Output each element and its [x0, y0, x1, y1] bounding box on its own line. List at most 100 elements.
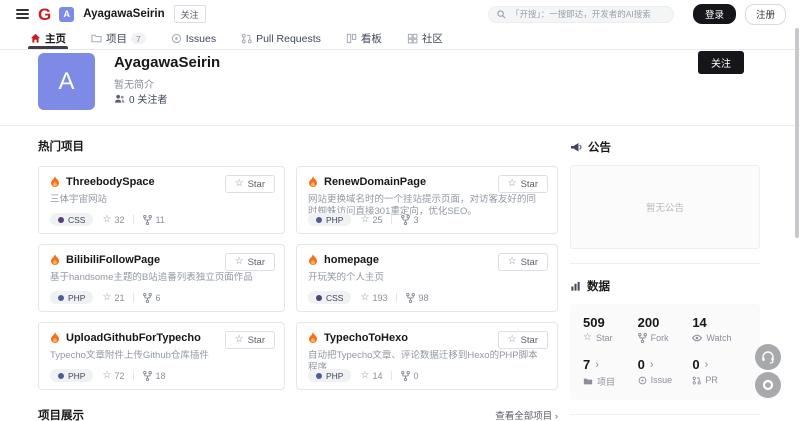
- showcase-header: 项目展示 查看全部项目 ›: [38, 407, 558, 421]
- profile-bio: 暂无简介: [114, 76, 154, 91]
- menu-icon[interactable]: [16, 9, 29, 19]
- repo-name[interactable]: homepage: [324, 254, 379, 266]
- star-button[interactable]: ☆Star: [498, 253, 548, 271]
- ring-icon: [762, 379, 774, 391]
- tab-community[interactable]: 社区: [407, 28, 443, 49]
- fork-icon: [401, 215, 410, 225]
- folder-icon: [583, 377, 593, 386]
- people-icon: [114, 94, 125, 104]
- language-pill: PHP: [308, 213, 351, 226]
- profile-header: A AyagawaSeirin 暂无简介 0 关注者 关注: [38, 50, 762, 125]
- stats-box: 509 ☆Star 200 Fork 14 Watch 7› 项目 0› I: [570, 304, 760, 400]
- divider: [391, 371, 392, 380]
- view-all-projects-link[interactable]: 查看全部项目 ›: [495, 408, 558, 421]
- fork-icon: [406, 293, 415, 303]
- stat-projects[interactable]: 7› 项目: [583, 357, 638, 388]
- star-icon: ☆: [102, 371, 111, 381]
- fork-count: 0: [401, 371, 418, 381]
- tab-kanban[interactable]: 看板: [346, 28, 382, 49]
- search-input[interactable]: [511, 9, 665, 19]
- tab-home[interactable]: 主页: [30, 28, 66, 49]
- announcement-empty-text: 暂无公告: [646, 200, 684, 214]
- search-box[interactable]: [488, 6, 674, 23]
- avatar-small[interactable]: A: [59, 7, 74, 22]
- divider: [133, 371, 134, 380]
- followers-row[interactable]: 0 关注者: [114, 91, 167, 106]
- fork-icon: [143, 293, 152, 303]
- repo-card-renewdomainpage[interactable]: RenewDomainPage ☆Star 网站更换域名时的一个挂站提示页面，对…: [296, 166, 558, 234]
- follow-button[interactable]: 关注: [698, 51, 744, 74]
- stat-issues[interactable]: 0› Issue: [638, 357, 693, 388]
- login-button[interactable]: 登录: [693, 4, 736, 24]
- divider: [396, 293, 397, 302]
- fork-count: 6: [143, 293, 160, 303]
- repo-name[interactable]: TypechoToHexo: [324, 332, 408, 344]
- repo-name[interactable]: RenewDomainPage: [324, 176, 426, 188]
- gitee-user-profile-page: G A AyagawaSeirin 关注 登录 注册 主页 项目 7 Issue…: [0, 0, 800, 421]
- home-icon: [30, 33, 41, 44]
- fork-count: 18: [143, 371, 165, 381]
- star-icon: ☆: [508, 179, 517, 189]
- repo-card-typechotohexo[interactable]: TypechoToHexo ☆Star 自动把Typecho文章、评论数据迁移到…: [296, 322, 558, 390]
- topbar-username[interactable]: AyagawaSeirin: [83, 8, 164, 20]
- star-button[interactable]: ☆Star: [225, 175, 275, 193]
- star-button[interactable]: ☆Star: [225, 331, 275, 349]
- flame-icon: [308, 254, 318, 266]
- support-float-button[interactable]: [755, 344, 781, 370]
- flame-icon: [50, 332, 60, 344]
- search-icon: [497, 10, 506, 19]
- fork-icon: [638, 333, 647, 343]
- stat-prs[interactable]: 0› PR: [692, 357, 747, 388]
- repo-name[interactable]: BilibiliFollowPage: [66, 254, 160, 266]
- star-button[interactable]: ☆Star: [498, 175, 548, 193]
- main-column: 热门项目 ThreebodySpace ☆Star 三体宇宙网站 CSS ☆32…: [38, 125, 558, 421]
- feedback-float-button[interactable]: [755, 372, 781, 398]
- avatar-large[interactable]: A: [38, 53, 95, 110]
- repo-card-threebodyspace[interactable]: ThreebodySpace ☆Star 三体宇宙网站 CSS ☆32 11: [38, 166, 285, 234]
- repo-meta: PHP ☆14 0: [308, 369, 418, 382]
- star-count: ☆14: [360, 371, 382, 381]
- language-dot: [58, 373, 64, 379]
- repo-meta: PHP ☆21 6: [50, 291, 160, 304]
- flame-icon: [50, 254, 60, 266]
- repo-meta: PHP ☆72 18: [50, 369, 165, 382]
- popular-projects-grid: ThreebodySpace ☆Star 三体宇宙网站 CSS ☆32 11 R…: [38, 166, 558, 390]
- star-icon: ☆: [102, 215, 111, 225]
- tab-issues[interactable]: Issues: [171, 28, 216, 49]
- follow-tag-button[interactable]: 关注: [174, 5, 206, 23]
- register-button[interactable]: 注册: [745, 4, 786, 25]
- repo-meta: CSS ☆32 11: [50, 213, 165, 226]
- fork-count: 11: [143, 215, 164, 225]
- language-pill: PHP: [50, 369, 93, 382]
- pull-request-icon: [692, 376, 701, 385]
- gitee-logo-icon[interactable]: G: [38, 6, 50, 23]
- language-pill: PHP: [50, 291, 93, 304]
- fork-icon: [143, 215, 152, 225]
- repo-name[interactable]: UploadGithubForTypecho: [66, 332, 201, 344]
- showcase-title: 项目展示: [38, 407, 84, 421]
- sidebar: 公告 暂无公告 数据 509 ☆Star 200 Fork: [570, 125, 760, 421]
- repo-meta: PHP ☆25 3: [308, 213, 418, 226]
- star-count: ☆21: [102, 293, 124, 303]
- language-dot: [316, 373, 322, 379]
- kanban-icon: [346, 33, 357, 44]
- repo-card-homepage[interactable]: homepage ☆Star 开玩笑的个人主页 CSS ☆193 98: [296, 244, 558, 312]
- star-button[interactable]: ☆Star: [225, 253, 275, 271]
- star-count: ☆25: [360, 215, 382, 225]
- sidebar-divider: [570, 414, 760, 415]
- sidebar-divider: [570, 263, 760, 264]
- flame-icon: [308, 176, 318, 188]
- tab-pull-requests[interactable]: Pull Requests: [241, 28, 321, 49]
- eye-icon: [692, 334, 702, 342]
- star-count: ☆72: [102, 371, 124, 381]
- star-button[interactable]: ☆Star: [498, 331, 548, 349]
- followers-count: 0 关注者: [129, 91, 167, 106]
- repo-card-bilibilifollowpage[interactable]: BilibiliFollowPage ☆Star 基于handsome主题的B站…: [38, 244, 285, 312]
- repo-name[interactable]: ThreebodySpace: [66, 176, 155, 188]
- vertical-scrollbar[interactable]: [795, 28, 799, 238]
- language-pill: PHP: [308, 369, 351, 382]
- star-count: ☆193: [360, 293, 387, 303]
- repo-card-uploadgithubfortypecho[interactable]: UploadGithubForTypecho ☆Star Typecho文章附件…: [38, 322, 285, 390]
- tab-projects[interactable]: 项目 7: [91, 28, 146, 49]
- repo-meta: CSS ☆193 98: [308, 291, 429, 304]
